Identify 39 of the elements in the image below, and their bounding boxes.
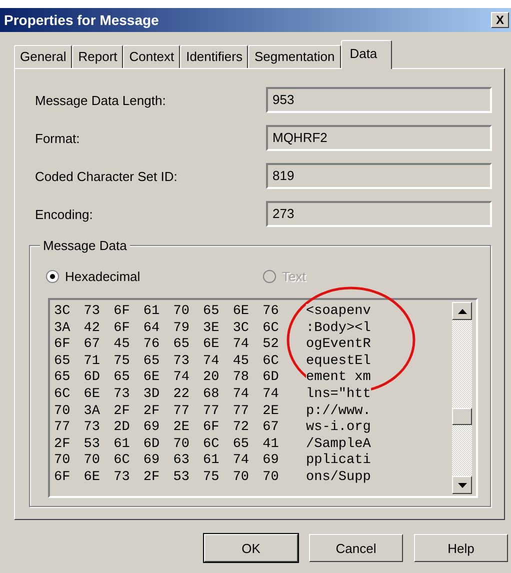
hex-bytes: 70 3A 2F 2F 77 77 77 2E bbox=[54, 404, 280, 420]
tab[interactable]: General bbox=[14, 45, 72, 68]
scroll-thumb[interactable] bbox=[452, 408, 472, 425]
hex-bytes: 65 6D 65 6E 74 20 78 6D bbox=[54, 370, 280, 387]
hex-bytes: 77 73 2D 69 2E 6F 72 67 bbox=[54, 420, 280, 437]
down-arrow-icon bbox=[458, 482, 466, 488]
field-label: Coded Character Set ID: bbox=[35, 168, 178, 184]
input-field[interactable]: 953 bbox=[266, 87, 492, 113]
dialog-button[interactable]: Help bbox=[414, 534, 508, 562]
hex-bytes: 6F 6E 73 2F 53 75 70 70 bbox=[54, 470, 280, 487]
tab[interactable]: Data bbox=[340, 40, 392, 69]
tab[interactable]: Report bbox=[72, 45, 124, 68]
tab[interactable]: Segmentation bbox=[248, 45, 341, 68]
field-label: Format: bbox=[35, 130, 81, 146]
tab[interactable]: Context bbox=[123, 45, 180, 68]
input-field[interactable]: 273 bbox=[266, 201, 492, 227]
hex-bytes: 6C 6E 73 3D 22 68 74 74 bbox=[54, 386, 280, 404]
input-field[interactable]: MQHRF2 bbox=[266, 125, 492, 151]
ascii-text: ement xm bbox=[306, 370, 371, 387]
hex-bytes: 6F 67 45 76 65 6E 74 52 bbox=[54, 337, 280, 354]
group-title: Message Data bbox=[40, 238, 130, 253]
field-label: Message Data Length: bbox=[35, 92, 167, 108]
hex-bytes: 70 70 6C 69 63 61 74 69 bbox=[54, 453, 280, 470]
scroll-up-button[interactable] bbox=[452, 302, 472, 320]
radio-option[interactable]: Hexadecimal bbox=[46, 268, 263, 284]
hex-bytes: 3C 73 6F 61 70 65 6E 76 bbox=[54, 304, 280, 321]
scrollbar[interactable] bbox=[452, 302, 472, 494]
hex-bytes: 2F 53 61 6D 70 6C 65 41 bbox=[54, 436, 280, 454]
tab[interactable]: Identifiers bbox=[180, 45, 248, 68]
field-label: Encoding: bbox=[35, 206, 94, 222]
input-field[interactable]: 819 bbox=[266, 163, 492, 189]
dialog-button[interactable]: Cancel bbox=[309, 534, 403, 562]
hex-bytes: 65 71 75 65 73 74 45 6C bbox=[54, 354, 280, 370]
window-title: Properties for Message bbox=[4, 12, 159, 28]
up-arrow-icon bbox=[458, 308, 466, 314]
scroll-down-button[interactable] bbox=[452, 476, 472, 494]
hex-bytes: 3A 42 6F 64 79 3E 3C 6C bbox=[54, 320, 280, 338]
dialog-button[interactable]: OK bbox=[204, 534, 298, 562]
close-button[interactable]: X bbox=[491, 12, 509, 28]
